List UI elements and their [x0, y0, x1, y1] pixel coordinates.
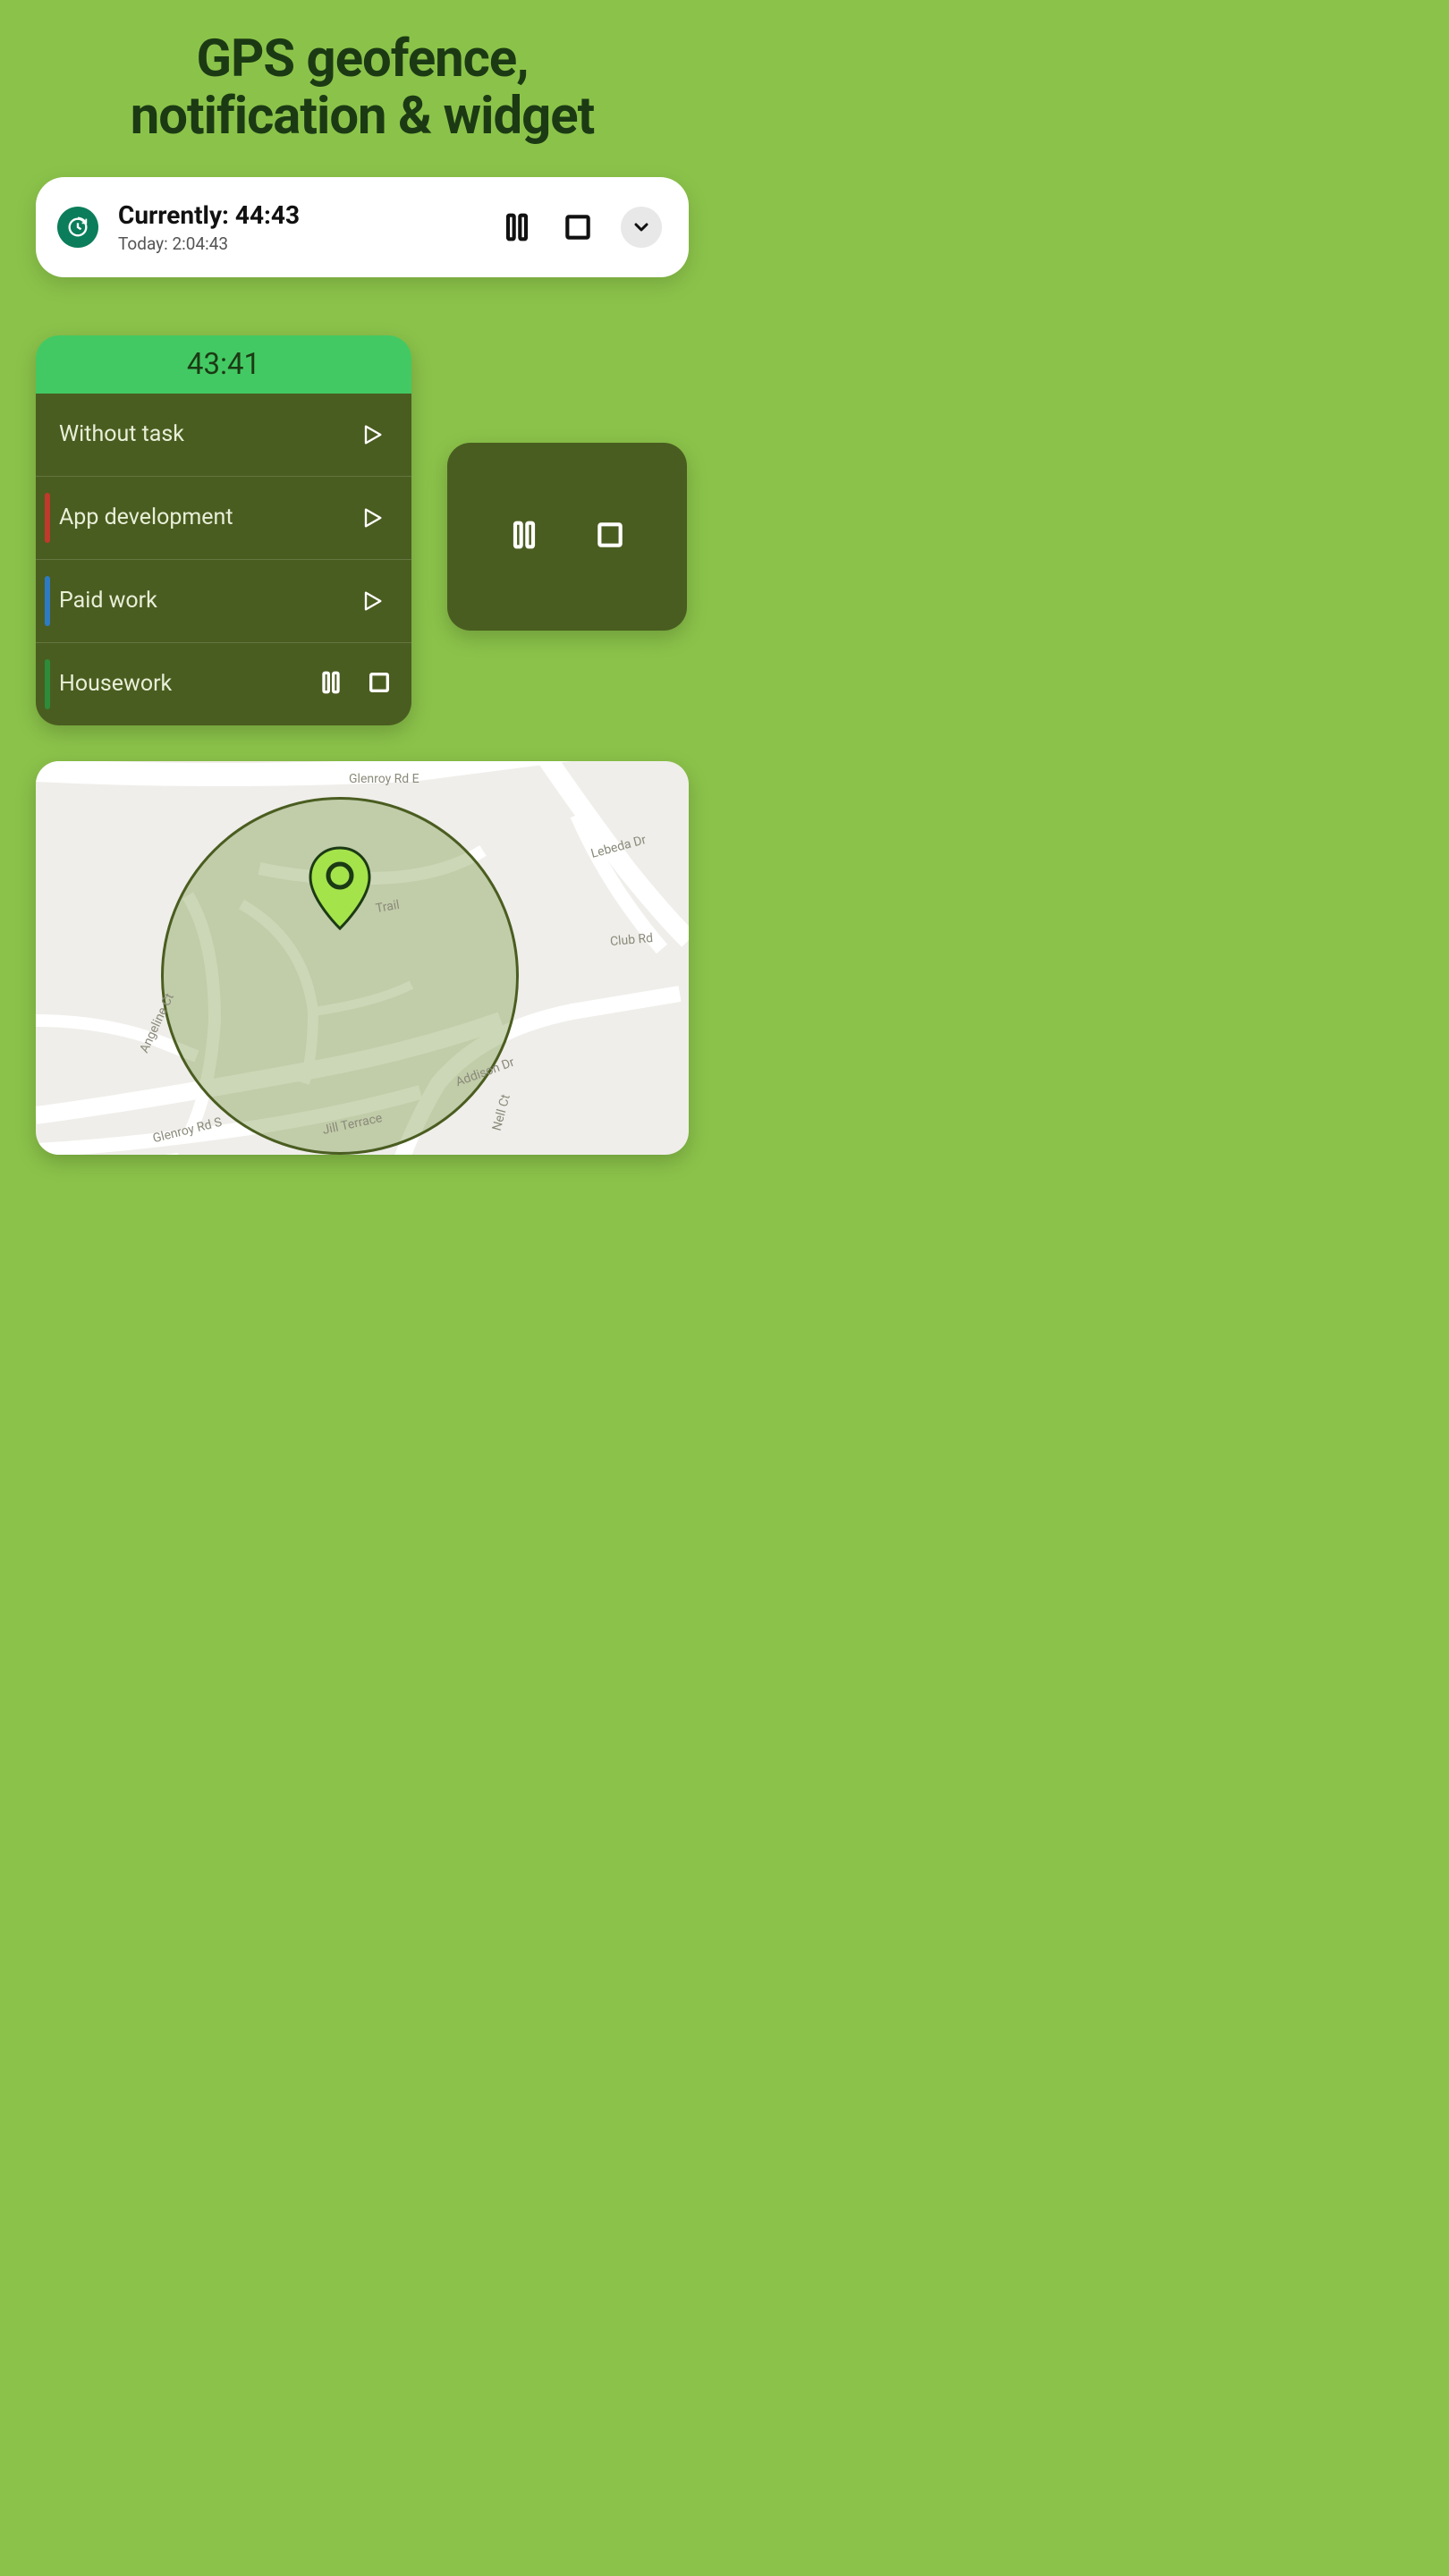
notification-today: Today: 2:04:43 [118, 233, 499, 254]
widgets-row: 43:41 Without task App development Paid wo… [36, 335, 689, 725]
task-item[interactable]: App development [36, 477, 411, 560]
notification-current-time: 44:43 [235, 200, 300, 230]
notification-current: Currently: 44:43 [118, 200, 499, 230]
headline-line-2: notification & widget [0, 89, 724, 146]
task-color-bar [45, 493, 50, 543]
notification-current-prefix: Currently: [118, 200, 235, 230]
play-icon[interactable] [354, 583, 390, 619]
task-controls [317, 668, 394, 700]
stop-icon[interactable] [365, 668, 394, 700]
expand-button[interactable] [621, 207, 662, 248]
notification-controls [499, 207, 662, 248]
task-label: Housework [59, 671, 317, 697]
task-color-bar [45, 576, 50, 626]
mini-stop-button[interactable] [592, 517, 628, 556]
headline-line-1: GPS geofence, [0, 31, 724, 89]
map-geofence[interactable]: Glenroy Rd ELebeda DrClub RdTrailAngelin… [36, 761, 689, 1155]
pause-icon[interactable] [317, 668, 345, 700]
task-item[interactable]: Without task [36, 394, 411, 477]
task-label: Without task [59, 421, 354, 447]
play-icon[interactable] [354, 500, 390, 536]
task-item[interactable]: Housework [36, 643, 411, 725]
headline: GPS geofence, notification & widget [0, 0, 724, 146]
notification-today-time: 2:04:43 [172, 233, 228, 254]
task-widget: 43:41 Without task App development Paid wo… [36, 335, 411, 725]
task-widget-timer: 43:41 [36, 335, 411, 394]
street-label: Glenroy Rd E [349, 772, 419, 786]
play-icon[interactable] [354, 417, 390, 453]
task-label: App development [59, 504, 354, 530]
notification-today-prefix: Today: [118, 233, 172, 254]
stop-button[interactable] [560, 209, 596, 245]
pause-button[interactable] [499, 209, 535, 245]
task-list: Without task App development Paid work Hous… [36, 394, 411, 725]
task-item[interactable]: Paid work [36, 560, 411, 643]
mini-pause-button[interactable] [506, 517, 542, 556]
task-color-bar [45, 659, 50, 709]
task-color-bar [45, 410, 50, 460]
clock-refresh-icon [57, 207, 98, 248]
task-label: Paid work [59, 588, 354, 614]
location-pin-icon [307, 846, 373, 931]
notification-card: Currently: 44:43 Today: 2:04:43 [36, 177, 689, 277]
mini-control-widget [447, 443, 687, 631]
notification-text: Currently: 44:43 Today: 2:04:43 [118, 200, 499, 254]
